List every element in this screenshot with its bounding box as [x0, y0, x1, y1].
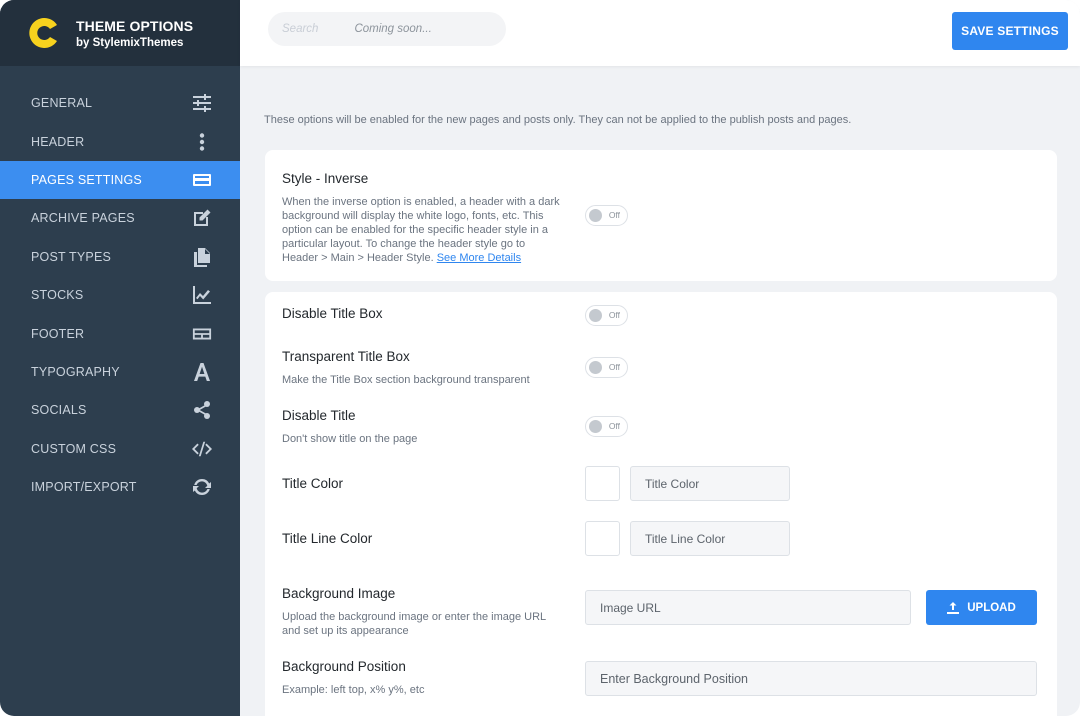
sidebar-item-label: CUSTOM CSS	[31, 441, 117, 456]
coming-soon-text: Coming soon...	[354, 23, 432, 35]
upload-button[interactable]: UPLOAD	[926, 590, 1037, 625]
sidebar-item-label: SOCIALS	[31, 403, 87, 418]
style-inverse-card: Style - Inverse When the inverse option …	[265, 150, 1057, 281]
sidebar-item-label: GENERAL	[31, 96, 93, 111]
sidebar-item-general[interactable]: GENERAL	[0, 84, 240, 122]
transparent-title-box-label: Transparent Title Box	[282, 349, 410, 364]
chart-icon	[191, 284, 213, 306]
title-color-swatch[interactable]	[585, 466, 620, 501]
topbar: Search Coming soon... SAVE SETTINGS	[240, 0, 1080, 66]
sidebar-item-footer[interactable]: FOOTER	[0, 314, 240, 352]
upload-label: UPLOAD	[967, 601, 1016, 614]
sidebar-item-import-export[interactable]: IMPORT/EXPORT	[0, 468, 240, 506]
sidebar-item-label: IMPORT/EXPORT	[31, 480, 137, 495]
brand-title: THEME OPTIONS	[76, 17, 194, 34]
toggle-knob	[589, 309, 602, 322]
background-image-desc: Upload the background image or enter the…	[282, 611, 546, 637]
sliders-icon	[191, 92, 213, 114]
sidebar-item-label: ARCHIVE PAGES	[31, 211, 135, 226]
toggle-state: Off	[608, 210, 620, 220]
disable-title-box-label: Disable Title Box	[282, 306, 383, 321]
see-more-details-link[interactable]: See More Details	[437, 252, 521, 264]
brand: THEME OPTIONS by StylemixThemes	[0, 0, 240, 66]
background-image-label: Background Image	[282, 586, 396, 601]
sidebar-item-socials[interactable]: SOCIALS	[0, 391, 240, 429]
disable-title-label: Disable Title	[282, 408, 356, 423]
toggle-state: Off	[608, 421, 620, 431]
search-input[interactable]: Search Coming soon...	[268, 12, 506, 46]
title-line-color-swatch[interactable]	[585, 521, 620, 556]
title-line-color-label: Title Line Color	[282, 531, 373, 546]
toggle-state: Off	[608, 362, 620, 372]
style-inverse-label: Style - Inverse	[282, 171, 369, 186]
background-position-label: Background Position	[282, 659, 406, 674]
sidebar-item-post-types[interactable]: POST TYPES	[0, 238, 240, 276]
brand-subtitle: by StylemixThemes	[76, 36, 184, 49]
sync-icon	[191, 476, 213, 498]
transparent-title-box-desc: Make the Title Box section background tr…	[282, 374, 530, 386]
background-position-desc: Example: left top, x% y%, etc	[282, 684, 425, 696]
title-color-label: Title Color	[282, 476, 344, 491]
sidebar: THEME OPTIONS by StylemixThemes GENERAL …	[0, 0, 240, 716]
sidebar-item-label: FOOTER	[31, 326, 85, 341]
sidebar-item-stocks[interactable]: STOCKS	[0, 276, 240, 314]
sidebar-item-label: PAGES SETTINGS	[31, 172, 142, 187]
sidebar-menu: GENERAL HEADER PAGES SETTINGS ARCHIVE PA…	[0, 84, 240, 506]
sidebar-item-label: HEADER	[31, 134, 85, 149]
toggle-knob	[589, 420, 602, 433]
sidebar-item-pages-settings[interactable]: PAGES SETTINGS	[0, 160, 240, 200]
card-icon	[191, 169, 213, 191]
code-icon	[191, 438, 213, 460]
files-icon	[191, 246, 213, 268]
style-inverse-toggle[interactable]: Off	[585, 205, 628, 226]
toggle-knob	[589, 361, 602, 374]
transparent-title-box-toggle[interactable]: Off	[585, 357, 628, 378]
title-box-card: Disable Title Box Off Transparent Title …	[265, 292, 1057, 716]
sidebar-item-header[interactable]: HEADER	[0, 122, 240, 160]
font-icon	[191, 361, 213, 383]
sidebar-item-label: STOCKS	[31, 288, 84, 303]
dots-vertical-icon	[191, 131, 213, 153]
share-icon	[191, 399, 213, 421]
sidebar-item-label: TYPOGRAPHY	[31, 364, 120, 379]
toggle-knob	[589, 209, 602, 222]
title-line-color-input[interactable]: Title Line Color	[630, 521, 790, 556]
logo-icon	[26, 15, 62, 51]
info-note: These options will be enabled for the ne…	[264, 114, 852, 126]
search-placeholder: Search	[282, 23, 319, 35]
footer-icon	[191, 323, 213, 345]
save-settings-button[interactable]: SAVE SETTINGS	[952, 12, 1068, 50]
style-inverse-desc: When the inverse option is enabled, a he…	[282, 196, 560, 264]
sidebar-item-typography[interactable]: TYPOGRAPHY	[0, 353, 240, 391]
disable-title-box-toggle[interactable]: Off	[585, 305, 628, 326]
sidebar-item-custom-css[interactable]: CUSTOM CSS	[0, 430, 240, 468]
background-position-input[interactable]: Enter Background Position	[585, 661, 1037, 696]
image-url-input[interactable]: Image URL	[585, 590, 911, 625]
edit-icon	[191, 207, 213, 229]
disable-title-toggle[interactable]: Off	[585, 416, 628, 437]
upload-icon	[947, 601, 960, 614]
title-color-input[interactable]: Title Color	[630, 466, 790, 501]
app-window: THEME OPTIONS by StylemixThemes GENERAL …	[0, 0, 1080, 716]
disable-title-desc: Don't show title on the page	[282, 433, 418, 445]
sidebar-item-label: POST TYPES	[31, 249, 112, 264]
sidebar-item-archive-pages[interactable]: ARCHIVE PAGES	[0, 199, 240, 237]
toggle-state: Off	[608, 310, 620, 320]
